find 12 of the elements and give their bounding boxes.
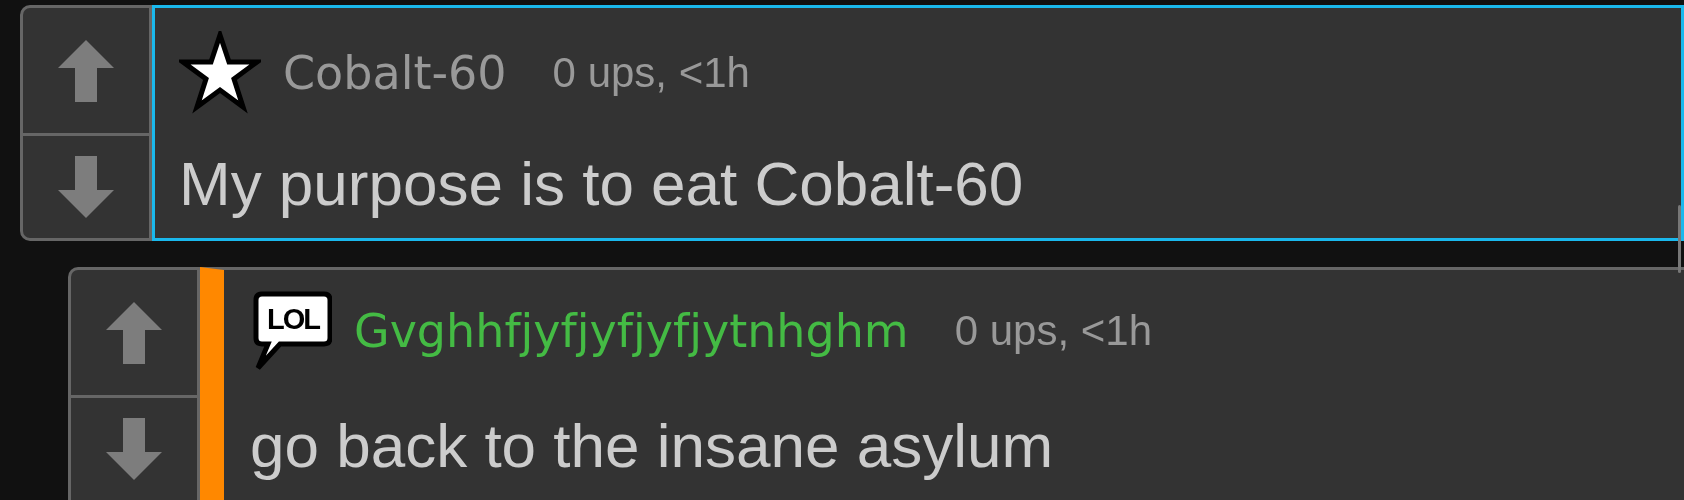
down-arrow-icon (106, 418, 162, 481)
up-arrow-icon (58, 39, 114, 102)
up-arrow-icon (106, 301, 162, 364)
comment-meta: 0 ups, <1h (954, 310, 1152, 353)
comment-text: go back to the insane asylum (250, 410, 1054, 483)
username-link[interactable]: Cobalt-60 (283, 50, 507, 96)
scrollbar[interactable] (1678, 205, 1681, 273)
username-link[interactable]: Gvghhfjyfjyfjyfjytnhghm (354, 308, 909, 355)
star-icon (179, 31, 261, 115)
down-arrow-icon (58, 156, 114, 219)
comment-meta: 0 ups, <1h (552, 52, 750, 94)
comment-text: My purpose is to eat Cobalt-60 (179, 148, 1024, 220)
